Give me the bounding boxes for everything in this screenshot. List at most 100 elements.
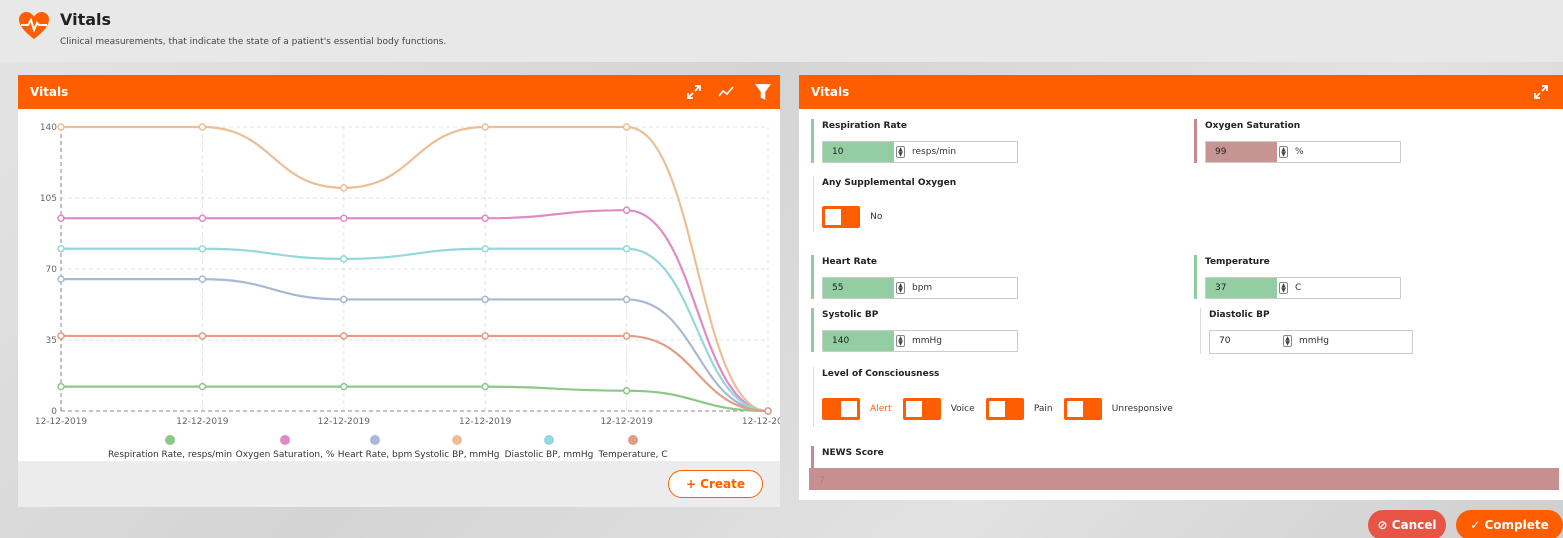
data-point bbox=[481, 244, 489, 253]
data-point bbox=[340, 184, 348, 192]
voice-label: Voice bbox=[950, 404, 975, 414]
y-tick-label: 35 bbox=[46, 336, 57, 346]
create-button[interactable]: + Create bbox=[668, 470, 763, 498]
spinner-icon[interactable]: ▲ ▼ bbox=[896, 146, 905, 158]
temperature-input[interactable]: 37 ▲ ▼ C bbox=[1205, 277, 1401, 299]
data-point bbox=[481, 332, 489, 340]
data-point bbox=[57, 332, 65, 340]
filter-icon[interactable] bbox=[754, 83, 772, 101]
legend-marker bbox=[370, 435, 380, 445]
oxygen-saturation-value[interactable]: 99 bbox=[1206, 142, 1277, 162]
complete-label: Complete bbox=[1484, 518, 1549, 532]
temperature-label: Temperature bbox=[1205, 257, 1270, 267]
spinner-icon[interactable]: ▲ ▼ bbox=[1279, 282, 1288, 294]
respiration-rate-input[interactable]: 10 ▲ ▼ resps/min bbox=[822, 141, 1018, 163]
legend-label: Systolic BP, mmHg bbox=[415, 450, 500, 459]
expand-icon[interactable] bbox=[686, 84, 702, 100]
respiration-rate-value[interactable]: 10 bbox=[823, 142, 894, 162]
data-point bbox=[340, 332, 348, 340]
systolic-bp-unit: mmHg bbox=[912, 336, 943, 346]
legend-marker bbox=[628, 435, 638, 445]
legend-label: Temperature, C bbox=[597, 450, 667, 459]
chart-legend: Respiration Rate, resps/min Oxygen Satura… bbox=[108, 435, 668, 459]
heart-rate-input[interactable]: 55 ▲ ▼ bpm bbox=[822, 277, 1018, 299]
data-point bbox=[481, 214, 489, 223]
chart-footer: + Create bbox=[18, 461, 780, 507]
cancel-icon: ⊘ bbox=[1377, 518, 1388, 532]
spinner-icon[interactable]: ▲ ▼ bbox=[896, 335, 905, 347]
supplemental-oxygen-toggle[interactable] bbox=[822, 206, 860, 228]
data-point bbox=[198, 214, 207, 223]
data-point bbox=[340, 295, 348, 304]
chart-panel-title: Vitals bbox=[30, 85, 69, 99]
complete-button[interactable]: ✓ Complete bbox=[1456, 510, 1563, 538]
temperature-value[interactable]: 37 bbox=[1206, 278, 1277, 298]
heart-rate-field: Heart Rate 55 ▲ ▼ bpm bbox=[811, 255, 1018, 299]
data-point bbox=[622, 295, 631, 304]
series-line bbox=[60, 385, 769, 413]
data-point bbox=[198, 382, 207, 391]
data-point bbox=[481, 382, 489, 391]
diastolic-bp-label: Diastolic BP bbox=[1209, 310, 1270, 320]
legend-label: Oxygen Saturation, % bbox=[236, 450, 335, 459]
systolic-bp-value[interactable]: 140 bbox=[823, 331, 894, 351]
data-point bbox=[57, 382, 65, 391]
respiration-rate-label: Respiration Rate bbox=[822, 121, 907, 131]
line-chart-icon[interactable] bbox=[718, 84, 734, 100]
diastolic-bp-field: Diastolic BP 70 ▲ ▼ mmHg bbox=[1200, 308, 1413, 354]
data-point bbox=[340, 255, 348, 263]
cancel-label: Cancel bbox=[1391, 518, 1437, 532]
y-tick-label: 0 bbox=[51, 407, 57, 417]
pain-label: Pain bbox=[1033, 404, 1053, 414]
legend-marker bbox=[452, 435, 462, 445]
diastolic-bp-value[interactable]: 70 bbox=[1210, 331, 1281, 351]
heart-rate-value[interactable]: 55 bbox=[823, 278, 894, 298]
alert-toggle[interactable] bbox=[822, 398, 860, 420]
data-point bbox=[340, 382, 348, 391]
data-point bbox=[198, 123, 207, 131]
oxygen-saturation-input[interactable]: 99 ▲ ▼ % bbox=[1205, 141, 1401, 163]
chart-panel-header: Vitals bbox=[18, 75, 780, 109]
data-point bbox=[622, 386, 631, 395]
spinner-icon[interactable]: ▲ ▼ bbox=[1279, 146, 1288, 158]
data-point bbox=[198, 244, 207, 253]
page-subtitle: Clinical measurements, that indicate the… bbox=[60, 37, 447, 47]
systolic-bp-input[interactable]: 140 ▲ ▼ mmHg bbox=[822, 330, 1018, 352]
diastolic-bp-unit: mmHg bbox=[1299, 336, 1330, 346]
supplemental-oxygen-value: No bbox=[870, 212, 883, 222]
cancel-button[interactable]: ⊘ Cancel bbox=[1368, 510, 1446, 538]
y-tick-label: 140 bbox=[40, 123, 57, 133]
legend-marker bbox=[280, 435, 290, 445]
data-point bbox=[622, 206, 631, 214]
oxygen-saturation-unit: % bbox=[1295, 147, 1304, 157]
data-point bbox=[57, 275, 65, 283]
pain-toggle[interactable] bbox=[985, 398, 1024, 420]
chart-grid bbox=[60, 126, 769, 412]
data-point bbox=[622, 123, 631, 131]
form-panel-title: Vitals bbox=[811, 85, 850, 99]
systolic-bp-field: Systolic BP 140 ▲ ▼ mmHg bbox=[811, 308, 1018, 352]
oxygen-saturation-field: Oxygen Saturation 99 ▲ ▼ % bbox=[1194, 119, 1401, 163]
spinner-icon[interactable]: ▲ ▼ bbox=[1283, 335, 1292, 347]
data-point bbox=[198, 275, 207, 283]
form-panel-header: Vitals bbox=[799, 75, 1563, 109]
temperature-unit: C bbox=[1295, 283, 1302, 293]
voice-toggle[interactable] bbox=[902, 398, 941, 420]
y-tick-label: 105 bbox=[40, 194, 57, 204]
supplemental-oxygen-field: Any Supplemental Oxygen No bbox=[813, 176, 956, 232]
expand-icon[interactable] bbox=[1533, 84, 1549, 100]
y-tick-label: 70 bbox=[46, 265, 58, 275]
news-score-label: NEWS Score bbox=[822, 448, 884, 458]
alert-label: Alert bbox=[870, 404, 892, 414]
unresponsive-toggle[interactable] bbox=[1063, 398, 1102, 420]
consciousness-field: Level of Consciousness Alert Voice Pain … bbox=[813, 367, 1179, 427]
spinner-icon[interactable]: ▲ ▼ bbox=[896, 282, 905, 294]
respiration-rate-unit: resps/min bbox=[912, 147, 957, 157]
data-point bbox=[198, 332, 207, 340]
data-point bbox=[481, 123, 489, 131]
legend-marker bbox=[165, 435, 175, 445]
page-title: Vitals bbox=[60, 10, 112, 29]
diastolic-bp-input[interactable]: 70 ▲ ▼ mmHg bbox=[1209, 330, 1413, 354]
legend-marker bbox=[544, 435, 554, 445]
respiration-rate-field: Respiration Rate 10 ▲ ▼ resps/min bbox=[811, 119, 1018, 163]
